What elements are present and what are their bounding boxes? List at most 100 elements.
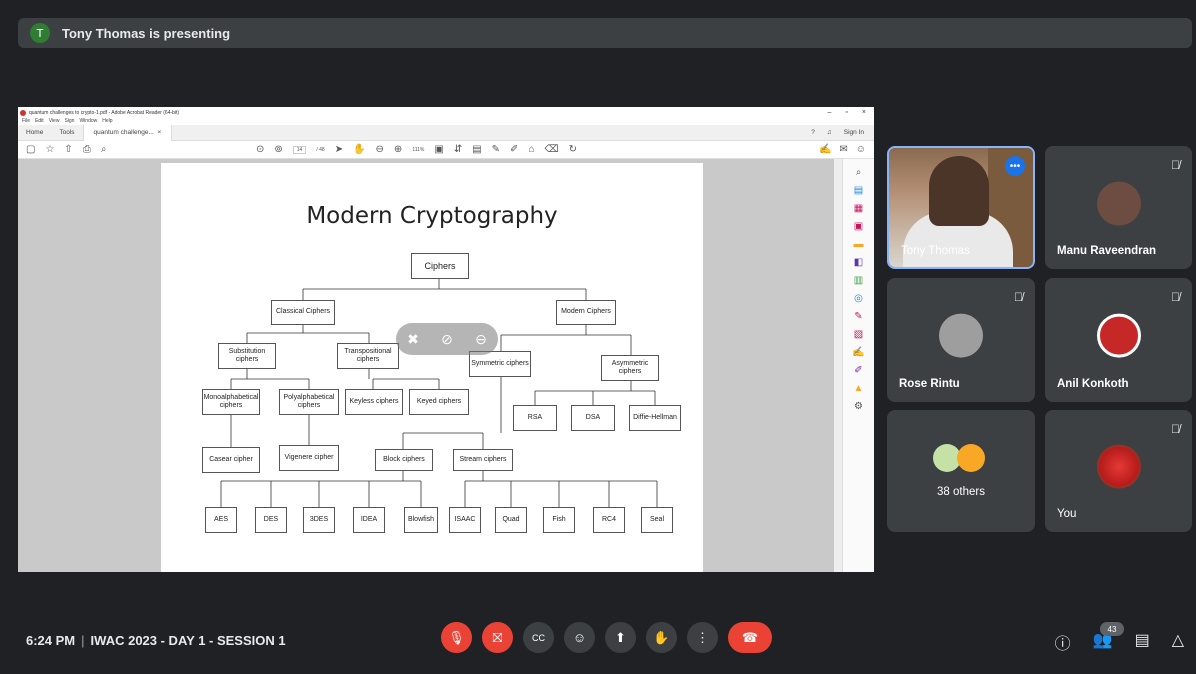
- edit-pdf-icon[interactable]: ▧: [854, 329, 863, 340]
- minimize-icon[interactable]: –: [828, 109, 832, 116]
- participant-tile-you[interactable]: 🎙̸ You: [1045, 410, 1192, 532]
- node-isaac: ISAAC: [449, 507, 481, 533]
- more-options-button[interactable]: ⋮: [687, 622, 718, 653]
- remove-icon[interactable]: ⊖: [475, 331, 487, 348]
- organize-pages-icon[interactable]: ▦: [854, 203, 863, 214]
- print-icon[interactable]: ⎙: [83, 144, 91, 155]
- protect-icon[interactable]: ◎: [854, 293, 863, 304]
- help-icon[interactable]: ?: [811, 129, 815, 136]
- star-icon[interactable]: ☆: [45, 144, 54, 155]
- pdf-page: Modern Cryptography Ciphers Classical Ci…: [161, 163, 703, 572]
- pin-off-icon[interactable]: ✖: [407, 331, 419, 348]
- mail-icon[interactable]: ✉: [839, 144, 847, 155]
- hide-video-icon[interactable]: ⊘: [441, 331, 453, 348]
- participant-tile-others[interactable]: 38 others: [887, 410, 1035, 532]
- pen-icon[interactable]: ✎: [492, 144, 500, 155]
- scan-icon[interactable]: ▥: [854, 275, 863, 286]
- tab-document[interactable]: quantum challenge... ×: [82, 124, 173, 141]
- more-options-icon[interactable]: •••: [1005, 156, 1025, 176]
- select-tool-icon[interactable]: ➤: [335, 144, 343, 155]
- combine-files-icon[interactable]: ◧: [854, 257, 863, 268]
- save-icon[interactable]: ▢: [26, 144, 35, 155]
- node-caesar: Casear cipher: [202, 447, 260, 473]
- camera-off-button[interactable]: ⛝: [482, 622, 513, 653]
- page-number-input[interactable]: 14: [292, 145, 307, 154]
- account-icon[interactable]: ☺: [856, 144, 866, 155]
- rotate-icon[interactable]: ↻: [569, 144, 577, 155]
- menu-file[interactable]: File: [22, 118, 30, 125]
- participant-name: Manu Raveendran: [1057, 245, 1157, 257]
- zoom-out-icon[interactable]: ⊖: [376, 144, 384, 155]
- fill-sign-icon[interactable]: ✎: [854, 311, 862, 322]
- scroll-mode-icon[interactable]: ⇵: [454, 144, 462, 155]
- participant-count-badge: 43: [1100, 622, 1124, 636]
- node-rsa: RSA: [513, 405, 557, 431]
- shared-screen: quantum challenges to crypto-1.pdf - Ado…: [18, 107, 874, 572]
- prev-page-icon[interactable]: ⊙: [256, 144, 264, 155]
- upload-icon[interactable]: ⇧: [64, 144, 72, 155]
- node-stream: Stream ciphers: [453, 449, 513, 471]
- node-3des: 3DES: [303, 507, 335, 533]
- present-button[interactable]: ⬆: [605, 622, 636, 653]
- create-pdf-icon[interactable]: ▣: [854, 221, 863, 232]
- activities-icon[interactable]: △: [1172, 630, 1184, 654]
- participant-tile-tony[interactable]: ••• Tony Thomas: [887, 146, 1035, 269]
- emoji-button[interactable]: ☺: [564, 622, 595, 653]
- meeting-title: IWAC 2023 - DAY 1 - SESSION 1: [90, 633, 286, 648]
- zoom-level[interactable]: 111%: [412, 147, 424, 153]
- node-ciphers: Ciphers: [411, 253, 469, 279]
- leave-call-button[interactable]: ☎: [728, 622, 772, 653]
- close-icon[interactable]: ×: [862, 109, 866, 116]
- zoom-tool-icon[interactable]: ⌕: [856, 167, 862, 178]
- tab-close-icon[interactable]: ×: [158, 129, 162, 136]
- menu-sign[interactable]: Sign: [64, 118, 74, 125]
- participant-name: You: [1057, 508, 1077, 520]
- participant-name: Rose Rintu: [899, 378, 960, 390]
- node-quad: Quad: [495, 507, 527, 533]
- meeting-details-icon[interactable]: ⓘ: [1055, 630, 1071, 654]
- highlight-icon[interactable]: ✐: [510, 144, 518, 155]
- node-diffie-hellman: Diffie-Hellman: [629, 405, 681, 431]
- comment-icon[interactable]: ▤: [472, 144, 481, 155]
- restore-icon[interactable]: ▫: [845, 109, 847, 116]
- menu-edit[interactable]: Edit: [35, 118, 44, 125]
- mic-off-icon: 🎙̸: [1171, 422, 1180, 436]
- mic-off-button[interactable]: 🎙: [441, 622, 472, 653]
- participant-tile-anil[interactable]: 🎙̸ Anil Konkoth: [1045, 278, 1192, 402]
- menu-view[interactable]: View: [49, 118, 60, 125]
- raise-hand-button[interactable]: ✋: [646, 622, 677, 653]
- tab-home[interactable]: Home: [18, 129, 51, 136]
- search-icon[interactable]: ⌕: [101, 144, 107, 155]
- tab-tools[interactable]: Tools: [51, 129, 82, 136]
- node-des: DES: [255, 507, 287, 533]
- node-poly: Polyalphabetical ciphers: [279, 389, 339, 415]
- export-pdf-icon[interactable]: ▤: [854, 185, 863, 196]
- chat-icon[interactable]: ▤: [1135, 630, 1150, 654]
- stamp-icon[interactable]: ⌂: [528, 144, 534, 155]
- sign-in-link[interactable]: Sign In: [844, 129, 864, 136]
- captions-button[interactable]: CC: [523, 622, 554, 653]
- node-blowfish: Blowfish: [404, 507, 438, 533]
- fit-page-icon[interactable]: ▣: [434, 144, 443, 155]
- more-tools-icon[interactable]: ⚙: [854, 401, 863, 412]
- node-aes: AES: [205, 507, 237, 533]
- mic-off-icon: 🎙̸: [1171, 158, 1180, 172]
- vertical-scrollbar[interactable]: [834, 159, 842, 572]
- tab-document-label: quantum challenge...: [93, 129, 154, 136]
- bell-icon[interactable]: ♫: [827, 129, 832, 136]
- participant-tile-rose[interactable]: 🎙̸ Rose Rintu: [887, 278, 1035, 402]
- next-page-icon[interactable]: ⊚: [274, 144, 282, 155]
- redact-icon[interactable]: ✐: [854, 365, 862, 376]
- send-for-signature-icon[interactable]: ✍: [852, 347, 864, 358]
- delete-icon[interactable]: ⌫: [544, 144, 558, 155]
- mic-off-icon: 🎙̸: [1171, 290, 1180, 304]
- participant-tile-manu[interactable]: 🎙̸ Manu Raveendran: [1045, 146, 1192, 269]
- hand-tool-icon[interactable]: ✋: [353, 144, 365, 155]
- comment-tool-icon[interactable]: ▬: [854, 239, 864, 250]
- presenting-text: Tony Thomas is presenting: [62, 25, 231, 41]
- share-icon[interactable]: ▲: [854, 383, 864, 394]
- avatar: [1096, 313, 1141, 358]
- sign-icon[interactable]: ✍: [819, 144, 831, 155]
- zoom-in-icon[interactable]: ⊕: [394, 144, 402, 155]
- call-controls: 🎙 ⛝ CC ☺ ⬆ ✋ ⋮ ☎: [441, 622, 772, 653]
